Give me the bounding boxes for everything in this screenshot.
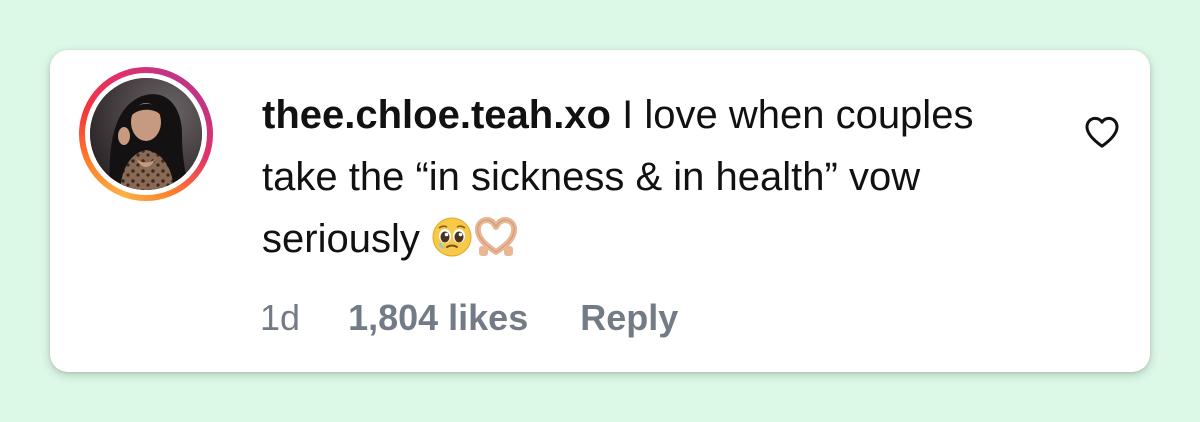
reply-button[interactable]: Reply <box>580 297 678 338</box>
avatar-image <box>90 78 202 190</box>
avatar-border <box>85 73 207 195</box>
avatar[interactable] <box>90 78 202 190</box>
pleading-face-emoji <box>432 217 472 257</box>
comment-likes-count[interactable]: 1,804 likes <box>348 297 528 338</box>
heart-icon[interactable] <box>1082 112 1122 152</box>
comment-card: thee.chloe.teah.xo I love when couples t… <box>50 50 1150 372</box>
comment-text-block: thee.chloe.teah.xo I love when couples t… <box>262 84 1022 270</box>
comment-timestamp[interactable]: 1d <box>260 297 300 338</box>
story-ring[interactable] <box>79 67 213 201</box>
comment-meta: 1d 1,804 likes Reply <box>260 296 678 340</box>
comment-username[interactable]: thee.chloe.teah.xo <box>262 93 611 137</box>
heart-hands-emoji <box>474 217 518 256</box>
